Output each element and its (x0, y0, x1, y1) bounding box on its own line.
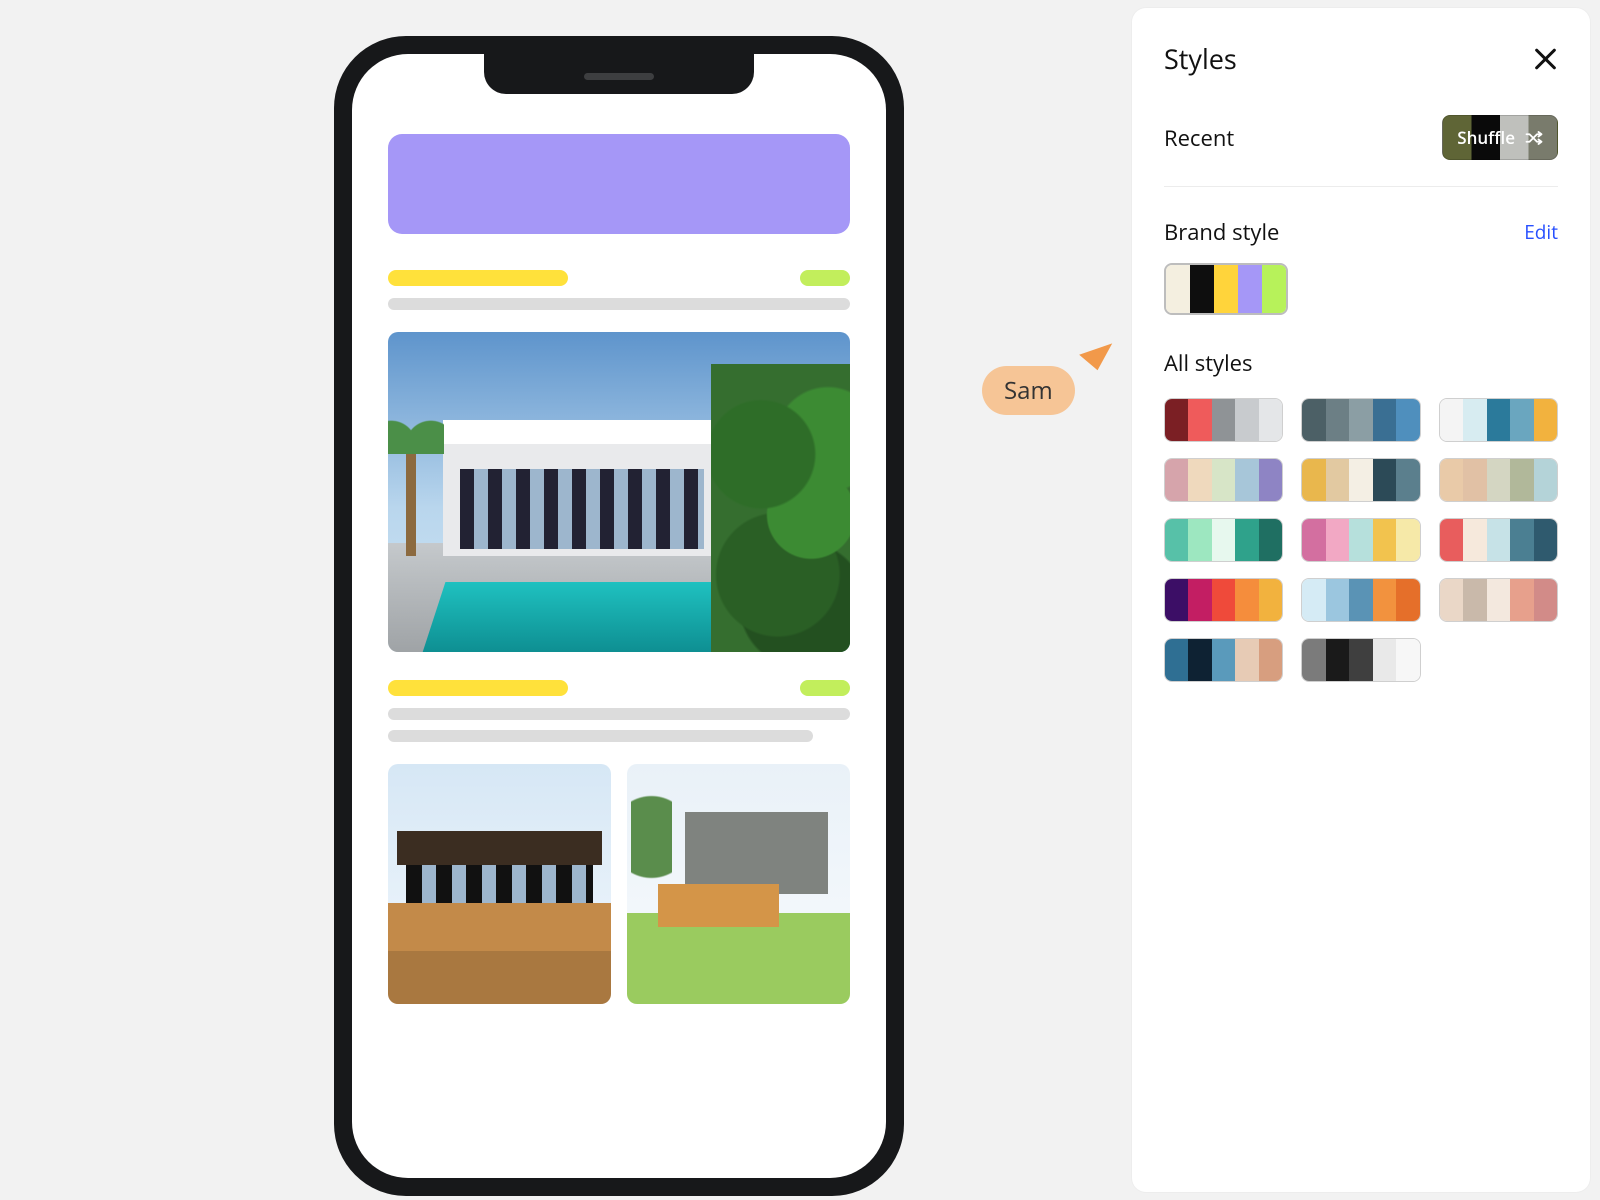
styles-panel: Styles Recent Shuffle Brand style Edit (1132, 8, 1590, 1192)
palette-swatch[interactable] (1301, 458, 1420, 502)
text-line (388, 730, 813, 742)
palette-swatch[interactable] (1164, 638, 1283, 682)
palette-swatch[interactable] (1164, 458, 1283, 502)
palette-swatch[interactable] (1301, 398, 1420, 442)
meta-row (388, 680, 850, 696)
hero-banner (388, 134, 850, 234)
palette-swatch[interactable] (1439, 578, 1558, 622)
title-placeholder (388, 680, 568, 696)
shuffle-button-label: Shuffle (1457, 126, 1515, 149)
palette-swatch[interactable] (1439, 458, 1558, 502)
close-icon[interactable] (1532, 46, 1558, 72)
text-line (388, 708, 850, 720)
palette-swatch[interactable] (1439, 398, 1558, 442)
palette-swatch[interactable] (1301, 518, 1420, 562)
palette-swatch[interactable] (1164, 398, 1283, 442)
all-styles-grid (1164, 398, 1558, 682)
edit-link[interactable]: Edit (1524, 219, 1558, 245)
palette-swatch[interactable] (1301, 638, 1420, 682)
palette-swatch[interactable] (1164, 518, 1283, 562)
palette-swatch[interactable] (1164, 578, 1283, 622)
text-line (388, 298, 850, 310)
grid-image (627, 764, 850, 1004)
recent-label: Recent (1164, 123, 1234, 153)
phone-frame (334, 36, 904, 1196)
grid-image (388, 764, 611, 1004)
all-styles-label: All styles (1164, 348, 1558, 378)
featured-image (388, 332, 850, 652)
title-placeholder (388, 270, 568, 286)
cursor-name-tag: Sam (982, 366, 1075, 415)
phone-screen (352, 54, 886, 1178)
meta-row (388, 270, 850, 286)
shuffle-button[interactable]: Shuffle (1442, 115, 1558, 160)
image-grid (388, 764, 850, 1004)
brand-palette-swatch[interactable] (1164, 263, 1288, 315)
collaborator-cursor: Sam (982, 342, 1110, 415)
divider (1164, 186, 1558, 187)
cursor-pointer-icon (1079, 332, 1117, 370)
panel-title: Styles (1164, 40, 1237, 77)
palette-swatch[interactable] (1301, 578, 1420, 622)
brand-style-label: Brand style (1164, 217, 1279, 247)
tag-placeholder (800, 270, 850, 286)
palette-swatch[interactable] (1439, 518, 1558, 562)
phone-content (352, 54, 886, 1178)
tag-placeholder (800, 680, 850, 696)
shuffle-icon (1525, 131, 1543, 145)
